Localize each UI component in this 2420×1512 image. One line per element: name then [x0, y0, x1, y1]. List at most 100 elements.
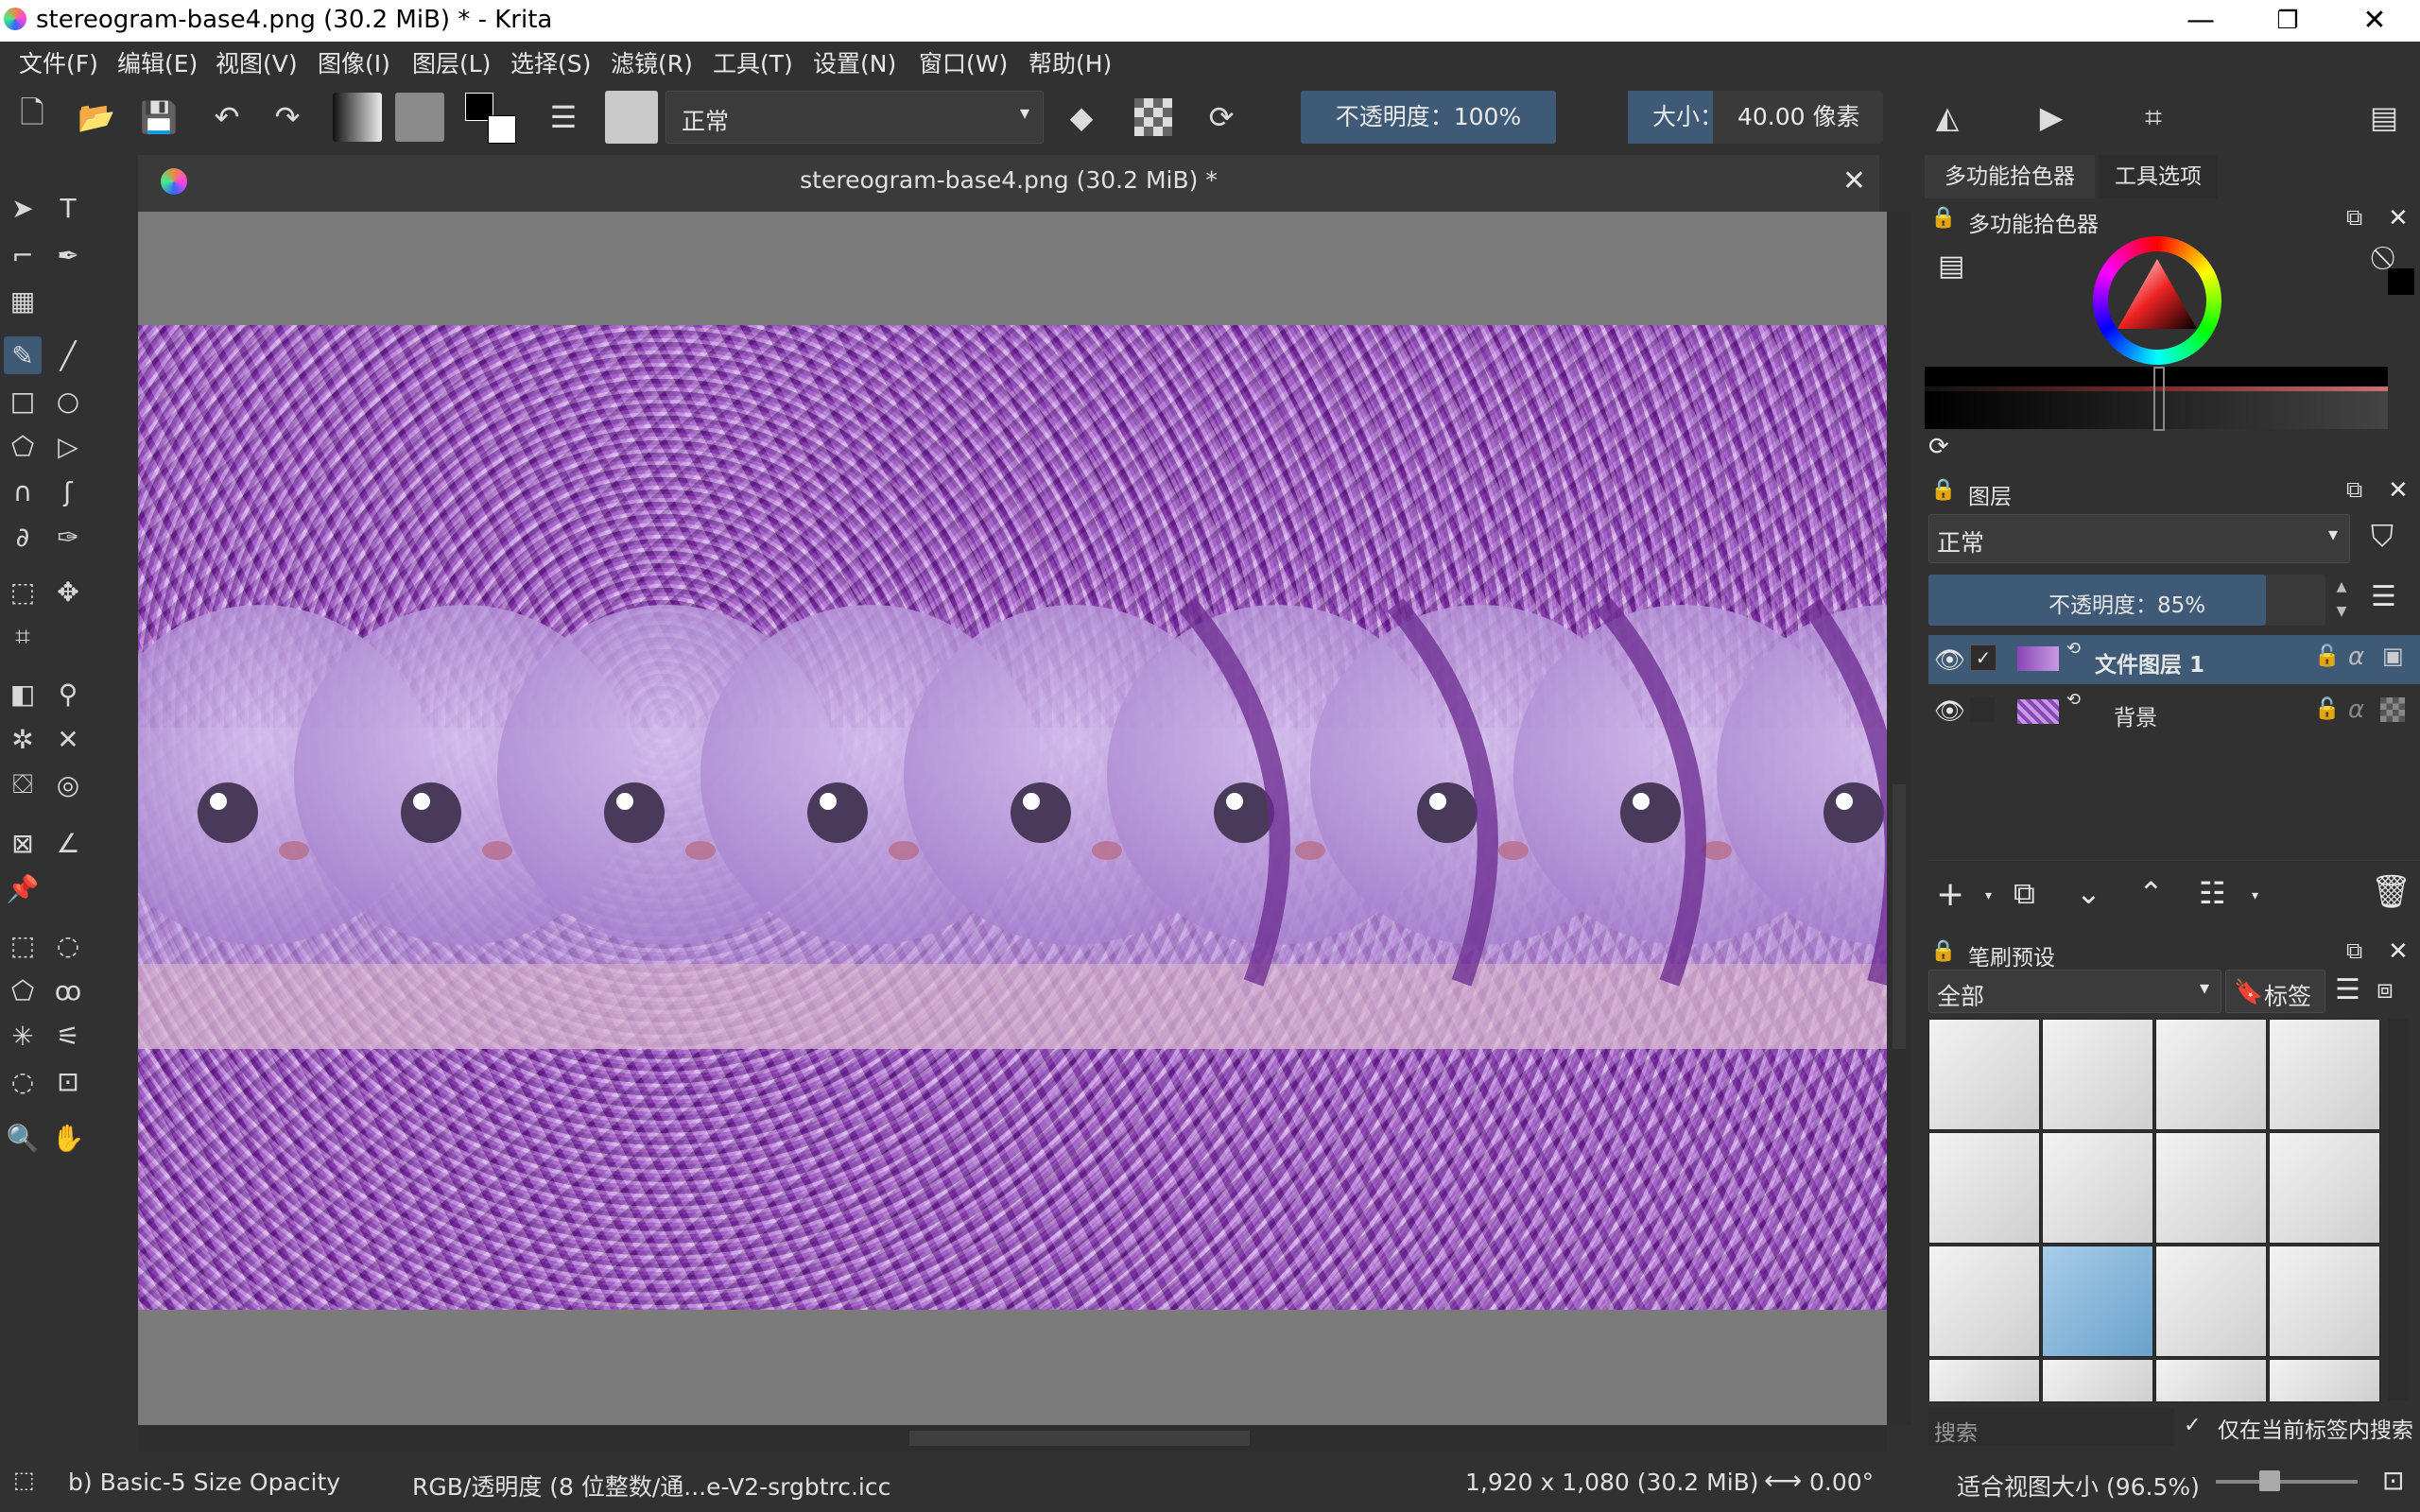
pan-tool-icon[interactable]: ✋	[49, 1119, 87, 1157]
brush-preset-row4-d[interactable]	[2269, 1359, 2380, 1402]
chevron-down-icon[interactable]: ▾	[2252, 888, 2258, 903]
brush-preset-basic-5[interactable]	[2042, 1246, 2153, 1357]
ellipse-tool-icon[interactable]: ○	[49, 382, 87, 420]
polyline-tool-icon[interactable]: ▷	[49, 427, 87, 465]
lock-icon[interactable]: 🔒	[1930, 206, 1956, 230]
layer-checkbox[interactable]	[1970, 697, 1995, 722]
bezier-tool-icon[interactable]: ∩	[4, 472, 42, 510]
layer-name[interactable]: 背景	[2114, 699, 2157, 731]
visibility-eye-icon[interactable]: 👁	[1934, 646, 1965, 675]
refresh-icon[interactable]: ⟳	[1928, 433, 1949, 461]
brush-preset-paint-brush[interactable]	[1928, 1246, 2040, 1357]
duplicate-layer-icon[interactable]: ⧉	[2014, 875, 2035, 912]
restore-button[interactable]: ❐	[2244, 0, 2331, 42]
brush-preset-row4-c[interactable]	[2155, 1359, 2267, 1402]
text-tool-icon[interactable]: T	[49, 189, 87, 227]
brush-preset-soft-eraser[interactable]	[2155, 1019, 2267, 1130]
alpha-lock-icon[interactable]	[1134, 98, 1172, 136]
menu-settings[interactable]: 设置(N)	[813, 45, 896, 79]
rectangular-selection-icon[interactable]: ⬚	[4, 926, 42, 964]
gradient-fill-tool-icon[interactable]: ▦	[4, 282, 42, 319]
background-color-swatch[interactable]	[488, 115, 516, 144]
multibrush-tool-icon[interactable]: ✑	[49, 518, 87, 556]
eraser-icon[interactable]: ◆	[1063, 98, 1100, 136]
delete-layer-icon[interactable]: 🗑	[2371, 873, 2411, 911]
colorize-mask-tool-icon[interactable]: ✲	[4, 720, 42, 758]
assistant-tool-icon[interactable]: ⊠	[4, 824, 42, 862]
layer-row-background[interactable]: 👁 ⟲ 背景 🔓 α	[1928, 686, 2420, 735]
opacity-slider[interactable]: 不透明度：100%	[1301, 91, 1556, 144]
menu-window[interactable]: 窗口(W)	[919, 45, 1008, 79]
freehand-selection-icon[interactable]: ꝏ	[49, 971, 87, 1009]
brush-preset-ink-pen[interactable]	[1928, 1132, 2040, 1244]
edit-shapes-tool-icon[interactable]: ⌐	[4, 236, 42, 274]
brush-preset-eraser[interactable]	[1928, 1019, 2040, 1130]
brush-settings-icon[interactable]: ☰	[544, 98, 582, 136]
move-layer-up-icon[interactable]: ⌃	[2138, 875, 2164, 911]
layer-properties-icon[interactable]: ☷	[2199, 875, 2226, 911]
close-window-button[interactable]: ✕	[2331, 0, 2418, 42]
zoom-slider-handle[interactable]	[2259, 1470, 2280, 1491]
close-panel-icon[interactable]: ✕	[2388, 937, 2409, 966]
mirror-vertical-icon[interactable]: ▶	[2032, 98, 2070, 136]
new-document-icon[interactable]: 🗋	[13, 94, 51, 136]
magnetic-selection-icon[interactable]: ⊡	[49, 1062, 87, 1100]
rectangle-tool-icon[interactable]: □	[4, 382, 42, 420]
menu-file[interactable]: 文件(F)	[19, 45, 98, 79]
measure-tool-icon[interactable]: ∠	[49, 824, 87, 862]
bezier-selection-icon[interactable]: ◌	[4, 1062, 42, 1100]
close-panel-icon[interactable]: ✕	[2388, 204, 2409, 232]
visibility-eye-icon[interactable]: 👁	[1934, 697, 1965, 726]
color-settings-icon[interactable]: ▤	[1938, 249, 1964, 283]
contiguous-selection-icon[interactable]: ✳	[4, 1017, 42, 1055]
reload-preset-icon[interactable]: ⟳	[1202, 98, 1240, 136]
brush-preset-blue-eraser[interactable]	[2042, 1019, 2153, 1130]
blend-mode-dropdown[interactable]: 正常 ▾	[666, 91, 1044, 144]
similar-color-selection-icon[interactable]: ⚟	[49, 1017, 87, 1055]
gradient-selector[interactable]	[333, 93, 382, 142]
color-triangle[interactable]	[2108, 251, 2206, 350]
size-slider[interactable]: 大小： 40.00 像素	[1628, 91, 1883, 144]
move-tool-icon[interactable]: ✥	[49, 573, 87, 610]
enclose-fill-tool-icon[interactable]: ◎	[49, 765, 87, 803]
layer-lock-icon[interactable]: 🔓	[2314, 697, 2340, 721]
brush-preset-row4-a[interactable]	[1928, 1359, 2040, 1402]
brush-search-input[interactable]: 搜索	[1928, 1408, 2174, 1446]
brush-preset-pencil[interactable]	[2155, 1132, 2267, 1244]
menu-image[interactable]: 图像(I)	[318, 45, 390, 79]
lock-icon[interactable]: 🔒	[1930, 939, 1956, 963]
horizontal-scrollbar[interactable]	[138, 1425, 1887, 1452]
line-tool-icon[interactable]: ╱	[49, 336, 87, 374]
crop-tool-icon[interactable]: ⌗	[4, 618, 42, 656]
brush-preset-fine-brush[interactable]	[2155, 1246, 2267, 1357]
brush-filter-dropdown[interactable]: 全部 ▾	[1928, 970, 2221, 1013]
menu-view[interactable]: 视图(V)	[216, 45, 298, 79]
move-layer-down-icon[interactable]: ⌄	[2076, 875, 2101, 911]
color-picker-tool-icon[interactable]: ⚲	[49, 675, 87, 713]
dynamic-brush-tool-icon[interactable]: ∂	[4, 518, 42, 556]
brush-preset-button[interactable]	[605, 91, 658, 144]
float-panel-icon[interactable]: ⧉	[2346, 476, 2362, 503]
pattern-selector[interactable]	[395, 93, 444, 142]
rotation-value[interactable]: 0.00°	[1809, 1469, 1874, 1496]
fit-view-icon[interactable]: ⊡	[2382, 1465, 2404, 1496]
alpha-inherit-icon[interactable]: α	[2348, 643, 2364, 671]
menu-select[interactable]: 选择(S)	[510, 45, 591, 79]
chevron-down-icon[interactable]: ▾	[1985, 888, 1992, 903]
lock-icon[interactable]: 🔒	[1930, 478, 1956, 502]
brush-preset-row4-b[interactable]	[2042, 1359, 2153, 1402]
wrap-around-icon[interactable]: ⌗	[2135, 98, 2172, 136]
brush-preset-chalk[interactable]	[2269, 1132, 2380, 1244]
tag-button[interactable]: 🔖 标签	[2225, 970, 2325, 1013]
menu-edit[interactable]: 编辑(E)	[117, 45, 198, 79]
smart-patch-tool-icon[interactable]: ✕	[49, 720, 87, 758]
float-panel-icon[interactable]: ⧉	[2346, 204, 2362, 231]
document-tab[interactable]: stereogram-base4.png (30.2 MiB) * ✕	[138, 155, 1879, 212]
layer-row-file-layer[interactable]: 👁 ✓ ⟲ 文件图层 1 🔓 α ▣	[1928, 635, 2420, 684]
menu-filter[interactable]: 滤镜(R)	[611, 45, 693, 79]
layer-checkbox[interactable]: ✓	[1970, 644, 1996, 671]
mirror-horizontal-icon[interactable]: ◭	[1928, 98, 1966, 136]
layer-opacity-spin[interactable]: ▲ ▼	[2327, 575, 2356, 626]
save-icon[interactable]: 💾	[140, 98, 178, 136]
select-shape-tool-icon[interactable]: ➤	[4, 189, 42, 227]
